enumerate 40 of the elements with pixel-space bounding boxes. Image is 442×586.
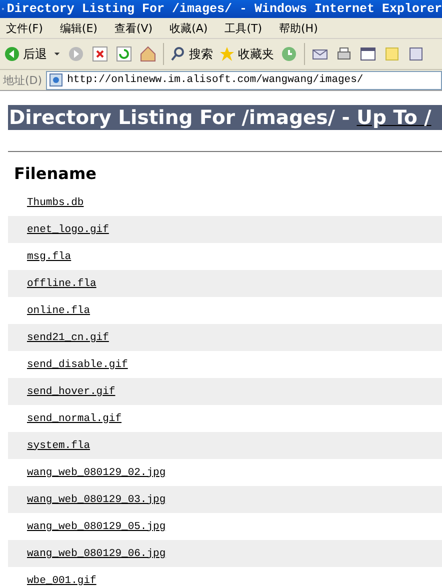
column-header: Filename [13,163,98,185]
address-field[interactable]: http://onlineww.im.alisoft.com/wangwang/images/ [46,70,442,90]
menu-item[interactable]: 工具(T) [224,20,262,36]
home-icon [139,45,157,63]
menu-item[interactable]: 收藏(A) [170,20,208,36]
menu-item[interactable]: 文件(F) [6,20,43,36]
file-link[interactable]: online.fla [27,304,90,316]
file-link[interactable]: send_disable.gif [27,358,128,370]
file-link[interactable]: Thumbs.db [27,196,84,208]
file-link[interactable]: wbe_001.gif [27,574,96,586]
file-link[interactable]: wang_web_080129_02.jpg [27,466,166,478]
search-icon [170,46,186,62]
menu-item[interactable]: 编辑(E) [60,20,98,36]
file-link[interactable]: enet_logo.gif [27,224,109,236]
caret-icon [53,50,61,58]
file-link[interactable]: wang_web_080129_03.jpg [27,494,166,506]
file-link[interactable]: wang_web_080129_06.jpg [27,548,166,560]
up-link[interactable]: Up To / [356,106,432,129]
favorites-button[interactable]: 收藏夹 [219,46,274,62]
note-icon [383,45,401,63]
stop-icon [91,45,109,63]
search-button[interactable]: 搜索 [170,46,213,62]
file-link[interactable]: send21_cn.gif [27,332,109,344]
file-link[interactable]: send_hover.gif [27,386,116,398]
file-link[interactable]: wang_web_080129_05.jpg [27,520,166,532]
file-link[interactable]: send_normal.gif [27,412,122,424]
star-icon [219,46,235,62]
window-title: Directory Listing For /images/ - Windows Internet Explorer [6,2,442,16]
menu-item[interactable]: 帮助(H) [279,20,318,36]
file-link[interactable]: offline.fla [27,278,96,290]
page-heading: Directory Listing For /images/ - [9,106,351,129]
refresh-icon [115,45,133,63]
file-link[interactable]: msg.fla [27,250,72,262]
history-icon [280,45,298,63]
file-link[interactable]: system.fla [27,440,90,452]
edit-icon [359,45,377,63]
menu-item[interactable]: 查看(V) [114,20,153,36]
forward-icon [67,45,85,63]
address-label: 地址(D) [3,72,42,88]
back-button[interactable]: 后退 [4,46,47,62]
